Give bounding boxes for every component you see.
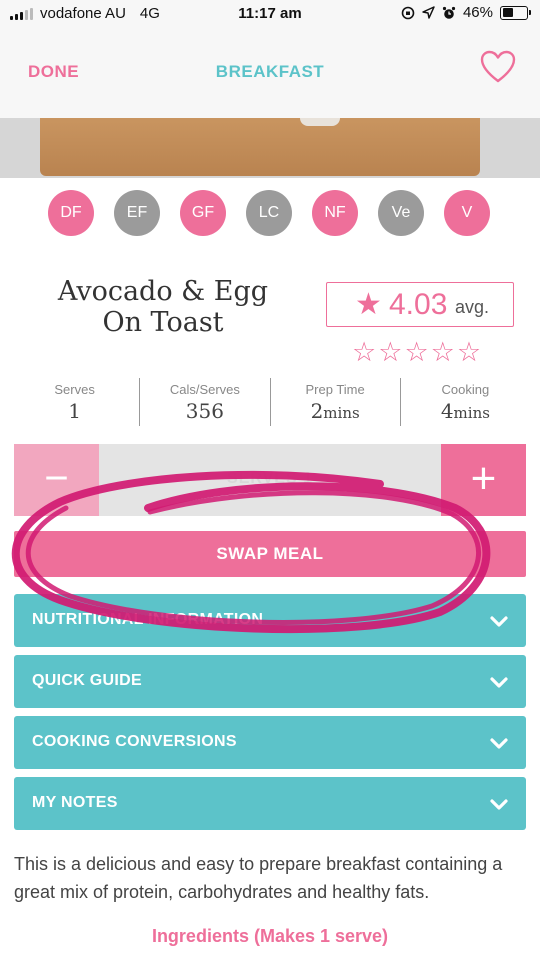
- user-rating-stars[interactable]: ☆ ☆ ☆ ☆ ☆: [352, 337, 481, 367]
- stat-label: Serves: [54, 382, 95, 397]
- section-label: QUICK GUIDE: [32, 672, 142, 689]
- serves-count-label: SERVES 1: [227, 470, 313, 487]
- cooking-conversions-section[interactable]: COOKING CONVERSIONS: [14, 716, 526, 769]
- battery-percent: 46%: [462, 4, 493, 21]
- status-bar: vodafone AU 4G 11:17 am 46%: [0, 0, 540, 28]
- nutritional-information-section[interactable]: NUTRITIONAL INFORMATION: [14, 594, 526, 647]
- diet-badge-ve: Ve: [378, 190, 424, 236]
- decrease-serves-button[interactable]: −: [14, 444, 99, 516]
- my-notes-section[interactable]: MY NOTES: [14, 777, 526, 830]
- section-label: COOKING CONVERSIONS: [32, 733, 237, 750]
- ingredients-heading[interactable]: Ingredients (Makes 1 serve): [0, 926, 540, 947]
- recipe-description: This is a delicious and easy to prepare …: [14, 854, 503, 902]
- diet-badges: DF EF GF LC NF Ve V: [0, 190, 540, 238]
- average-rating-suffix: avg.: [455, 297, 490, 317]
- stat-value: 4mins: [440, 399, 490, 423]
- rate-star-icon[interactable]: ☆: [457, 337, 481, 367]
- stat-calories: Cals/Serves 356: [140, 378, 271, 426]
- average-rating-box: ★ 4.03 avg.: [326, 282, 514, 327]
- increase-serves-button[interactable]: +: [441, 444, 526, 516]
- location-arrow-icon: [422, 6, 435, 19]
- stat-value: 356: [185, 399, 224, 423]
- heart-outline-icon[interactable]: [480, 50, 516, 84]
- recipe-title-line1: Avocado & Egg: [57, 276, 269, 307]
- rate-star-icon[interactable]: ☆: [378, 337, 402, 367]
- stat-value: 2mins: [310, 399, 360, 423]
- diet-badge-ef: EF: [114, 190, 160, 236]
- stat-serves: Serves 1: [10, 378, 141, 426]
- chevron-down-icon: [490, 616, 508, 627]
- average-rating-value: 4.03: [389, 288, 448, 321]
- rate-star-icon[interactable]: ☆: [404, 337, 428, 367]
- screen-rotation-lock-icon: [401, 6, 415, 19]
- star-filled-icon: ★: [355, 288, 382, 321]
- alarm-clock-icon: [442, 6, 456, 19]
- chevron-down-icon: [490, 677, 508, 688]
- section-label: NUTRITIONAL INFORMATION: [32, 611, 264, 628]
- stat-label: Prep Time: [305, 382, 365, 397]
- stat-prep-time: Prep Time 2mins: [271, 378, 401, 426]
- serves-stepper: − SERVES 1 +: [14, 444, 526, 516]
- stat-value: 1: [68, 399, 81, 423]
- status-right: 46%: [401, 4, 531, 21]
- diet-badge-v: V: [444, 190, 490, 236]
- diet-badge-lc: LC: [246, 190, 292, 236]
- diet-badge-nf: NF: [312, 190, 358, 236]
- hero-image-detail: [300, 118, 340, 126]
- recipe-title-line2: On Toast: [102, 307, 224, 338]
- recipe-stats: Serves 1 Cals/Serves 356 Prep Time 2mins…: [10, 378, 530, 426]
- swap-meal-button[interactable]: SWAP MEAL: [14, 531, 526, 577]
- rate-star-icon[interactable]: ☆: [431, 337, 455, 367]
- stat-label: Cooking: [441, 382, 490, 397]
- cutting-board-image: [40, 118, 480, 176]
- page-title: BREAKFAST: [215, 62, 325, 81]
- recipe-title: Avocado & Egg On Toast: [30, 276, 296, 338]
- diet-badge-gf: GF: [180, 190, 226, 236]
- quick-guide-section[interactable]: QUICK GUIDE: [14, 655, 526, 708]
- nav-bar: DONE BREAKFAST: [0, 28, 540, 118]
- stat-cooking-time: Cooking 4mins: [401, 378, 530, 426]
- recipe-hero-image: [0, 118, 540, 178]
- section-label: MY NOTES: [32, 794, 118, 811]
- rate-star-icon[interactable]: ☆: [352, 337, 376, 367]
- chevron-down-icon: [490, 738, 508, 749]
- battery-icon: [500, 5, 531, 20]
- diet-badge-df: DF: [48, 190, 94, 236]
- stat-label: Cals/Serves: [169, 382, 240, 397]
- chevron-down-icon: [490, 799, 508, 810]
